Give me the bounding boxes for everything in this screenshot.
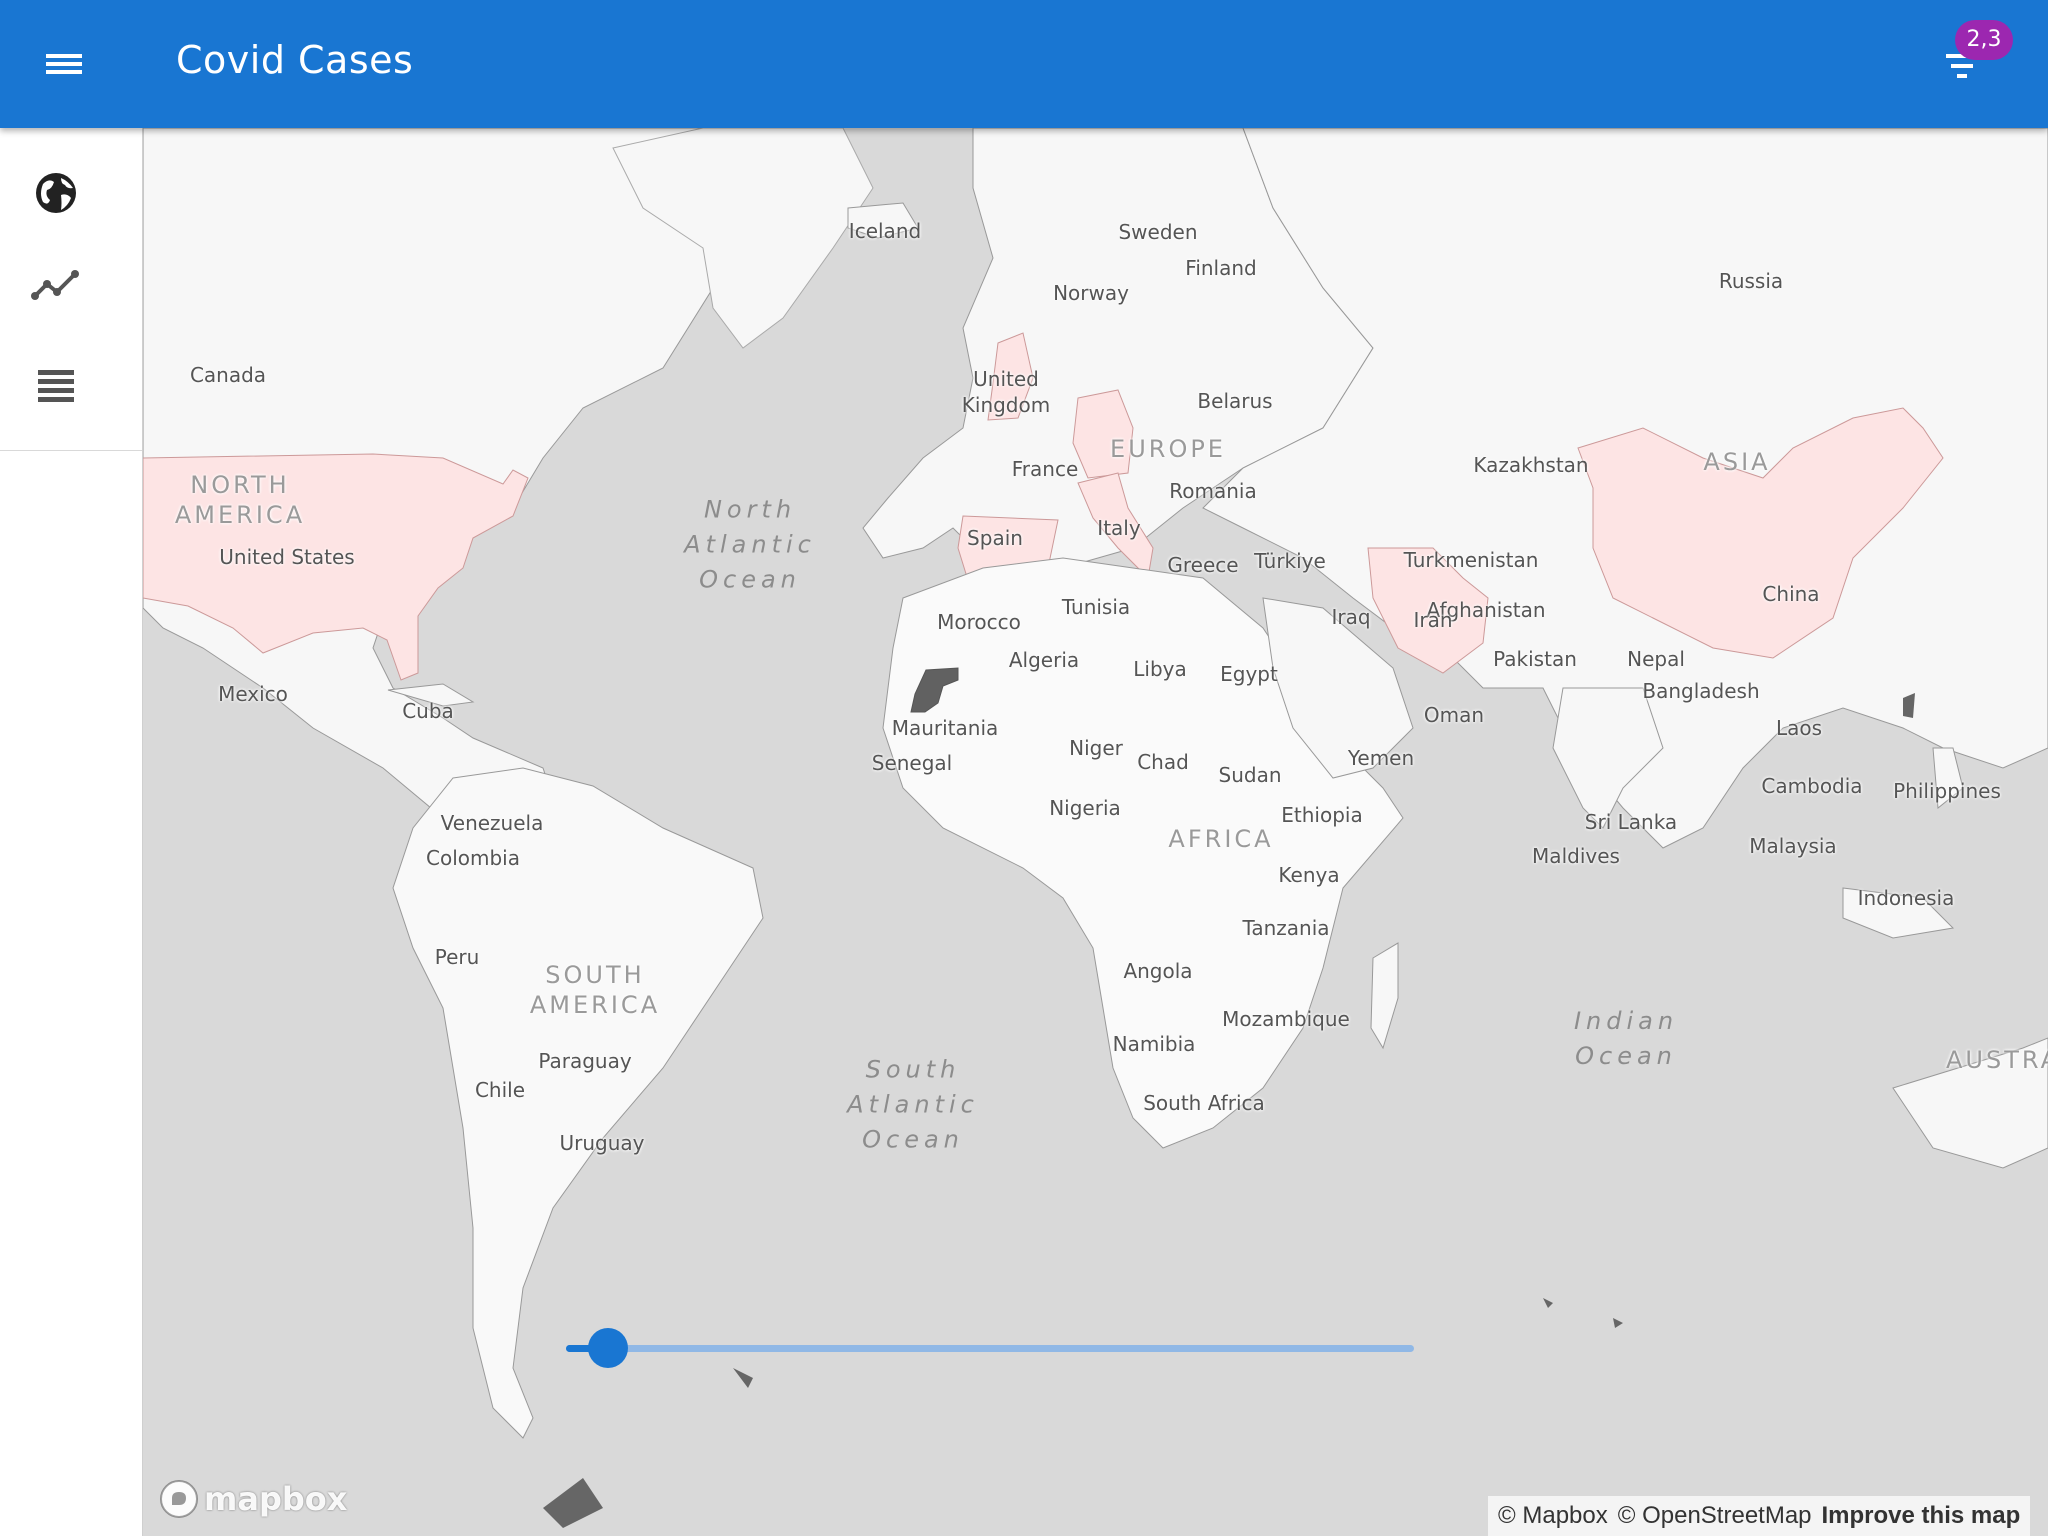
slider-track[interactable]	[566, 1345, 1414, 1352]
label-north-atlantic-ocean: North Atlantic Ocean	[684, 495, 816, 594]
label-china: China	[1762, 582, 1820, 606]
label-belarus: Belarus	[1197, 389, 1273, 413]
nav-map-button[interactable]	[21, 158, 91, 228]
label-africa: AFRICA	[1168, 825, 1274, 853]
label-kenya: Kenya	[1278, 863, 1340, 887]
label-colombia: Colombia	[426, 846, 520, 870]
menu-button[interactable]	[30, 34, 90, 94]
label-finland: Finland	[1185, 256, 1257, 280]
label-egypt: Egypt	[1220, 662, 1278, 686]
label-pakistan: Pakistan	[1493, 647, 1577, 671]
label-south-africa: South Africa	[1143, 1091, 1265, 1115]
label-north-america: NORTH AMERICA	[174, 471, 306, 529]
label-south-america: SOUTH AMERICA	[529, 961, 661, 1019]
label-bangladesh: Bangladesh	[1642, 679, 1760, 703]
label-turkmenistan: Turkmenistan	[1403, 548, 1539, 572]
label-russia: Russia	[1718, 269, 1784, 293]
osm-attribution-link[interactable]: © OpenStreetMap	[1618, 1502, 1812, 1530]
label-united-kingdom: United Kingdom	[961, 367, 1051, 417]
label-france: France	[1011, 457, 1079, 481]
label-sudan: Sudan	[1218, 763, 1282, 787]
app-bar: Covid Cases 2,3	[0, 0, 2048, 128]
map-land-layer	[143, 128, 2048, 1528]
label-tanzania: Tanzania	[1242, 916, 1330, 940]
label-kazakhstan: Kazakhstan	[1473, 453, 1589, 477]
label-peru: Peru	[434, 945, 480, 969]
label-sri-lanka: Sri Lanka	[1584, 810, 1678, 834]
label-philippines: Philippines	[1893, 779, 2001, 803]
label-cuba: Cuba	[402, 699, 454, 723]
label-turkiye: Türkiye	[1254, 549, 1326, 573]
label-paraguay: Paraguay	[538, 1049, 632, 1073]
label-venezuela: Venezuela	[440, 811, 544, 835]
label-chile: Chile	[474, 1078, 526, 1102]
app-title: Covid Cases	[176, 38, 414, 82]
slider-thumb[interactable]	[588, 1328, 628, 1368]
label-iran: Iran	[1413, 608, 1453, 632]
label-mauritania: Mauritania	[891, 716, 999, 740]
label-morocco: Morocco	[937, 610, 1021, 634]
label-senegal: Senegal	[871, 751, 953, 775]
label-algeria: Algeria	[1008, 648, 1080, 672]
label-italy: Italy	[1097, 516, 1141, 540]
label-nigeria: Nigeria	[1049, 796, 1121, 820]
nav-table-button[interactable]	[21, 348, 91, 418]
label-asia: ASIA	[1703, 448, 1771, 476]
label-namibia: Namibia	[1112, 1032, 1196, 1056]
improve-map-link[interactable]: Improve this map	[1822, 1502, 2021, 1530]
label-sweden: Sweden	[1118, 220, 1198, 244]
timeline-icon	[31, 270, 79, 300]
label-iraq: Iraq	[1331, 605, 1371, 629]
view-headline-icon	[38, 370, 74, 402]
mapbox-logo-icon	[160, 1480, 198, 1518]
label-norway: Norway	[1053, 281, 1129, 305]
label-united-states: United States	[219, 545, 355, 569]
label-chad: Chad	[1137, 750, 1189, 774]
label-yemen: Yemen	[1347, 746, 1415, 770]
map-attribution: © Mapbox © OpenStreetMap Improve this ma…	[1488, 1496, 2031, 1536]
label-laos: Laos	[1775, 716, 1823, 740]
label-niger: Niger	[1069, 736, 1123, 760]
public-globe-icon	[36, 173, 76, 213]
label-south-atlantic-ocean: South Atlantic Ocean	[847, 1055, 979, 1154]
label-mexico: Mexico	[218, 682, 288, 706]
label-indian-ocean: Indian Ocean	[1573, 1007, 1679, 1070]
label-malaysia: Malaysia	[1749, 834, 1837, 858]
label-cambodia: Cambodia	[1761, 774, 1863, 798]
date-slider[interactable]	[566, 1328, 1414, 1368]
filter-count-badge: 2,3	[1955, 20, 2013, 60]
label-greece: Greece	[1167, 553, 1239, 577]
label-libya: Libya	[1133, 657, 1187, 681]
label-indonesia: Indonesia	[1857, 886, 1955, 910]
label-europe: EUROPE	[1110, 435, 1226, 463]
label-mozambique: Mozambique	[1222, 1007, 1350, 1031]
label-romania: Romania	[1169, 479, 1257, 503]
sidebar-divider	[0, 450, 142, 451]
label-australia: AUSTRA	[1946, 1046, 2048, 1074]
mapbox-logo-text: mapbox	[204, 1480, 348, 1518]
label-spain: Spain	[967, 526, 1023, 550]
label-canada: Canada	[189, 363, 267, 387]
label-oman: Oman	[1423, 703, 1485, 727]
label-angola: Angola	[1123, 959, 1193, 983]
mapbox-attribution-link[interactable]: © Mapbox	[1498, 1502, 1608, 1530]
nav-chart-button[interactable]	[21, 252, 91, 322]
world-map[interactable]: NORTH AMERICA SOUTH AMERICA EUROPE AFRIC…	[143, 128, 2048, 1536]
label-maldives: Maldives	[1532, 844, 1620, 868]
mapbox-logo[interactable]: mapbox	[158, 1478, 347, 1520]
navigation-rail	[0, 128, 143, 1536]
label-ethiopia: Ethiopia	[1281, 803, 1363, 827]
label-tunisia: Tunisia	[1061, 595, 1131, 619]
label-iceland: Iceland	[848, 219, 922, 243]
label-uruguay: Uruguay	[559, 1131, 645, 1155]
label-nepal: Nepal	[1627, 647, 1685, 671]
